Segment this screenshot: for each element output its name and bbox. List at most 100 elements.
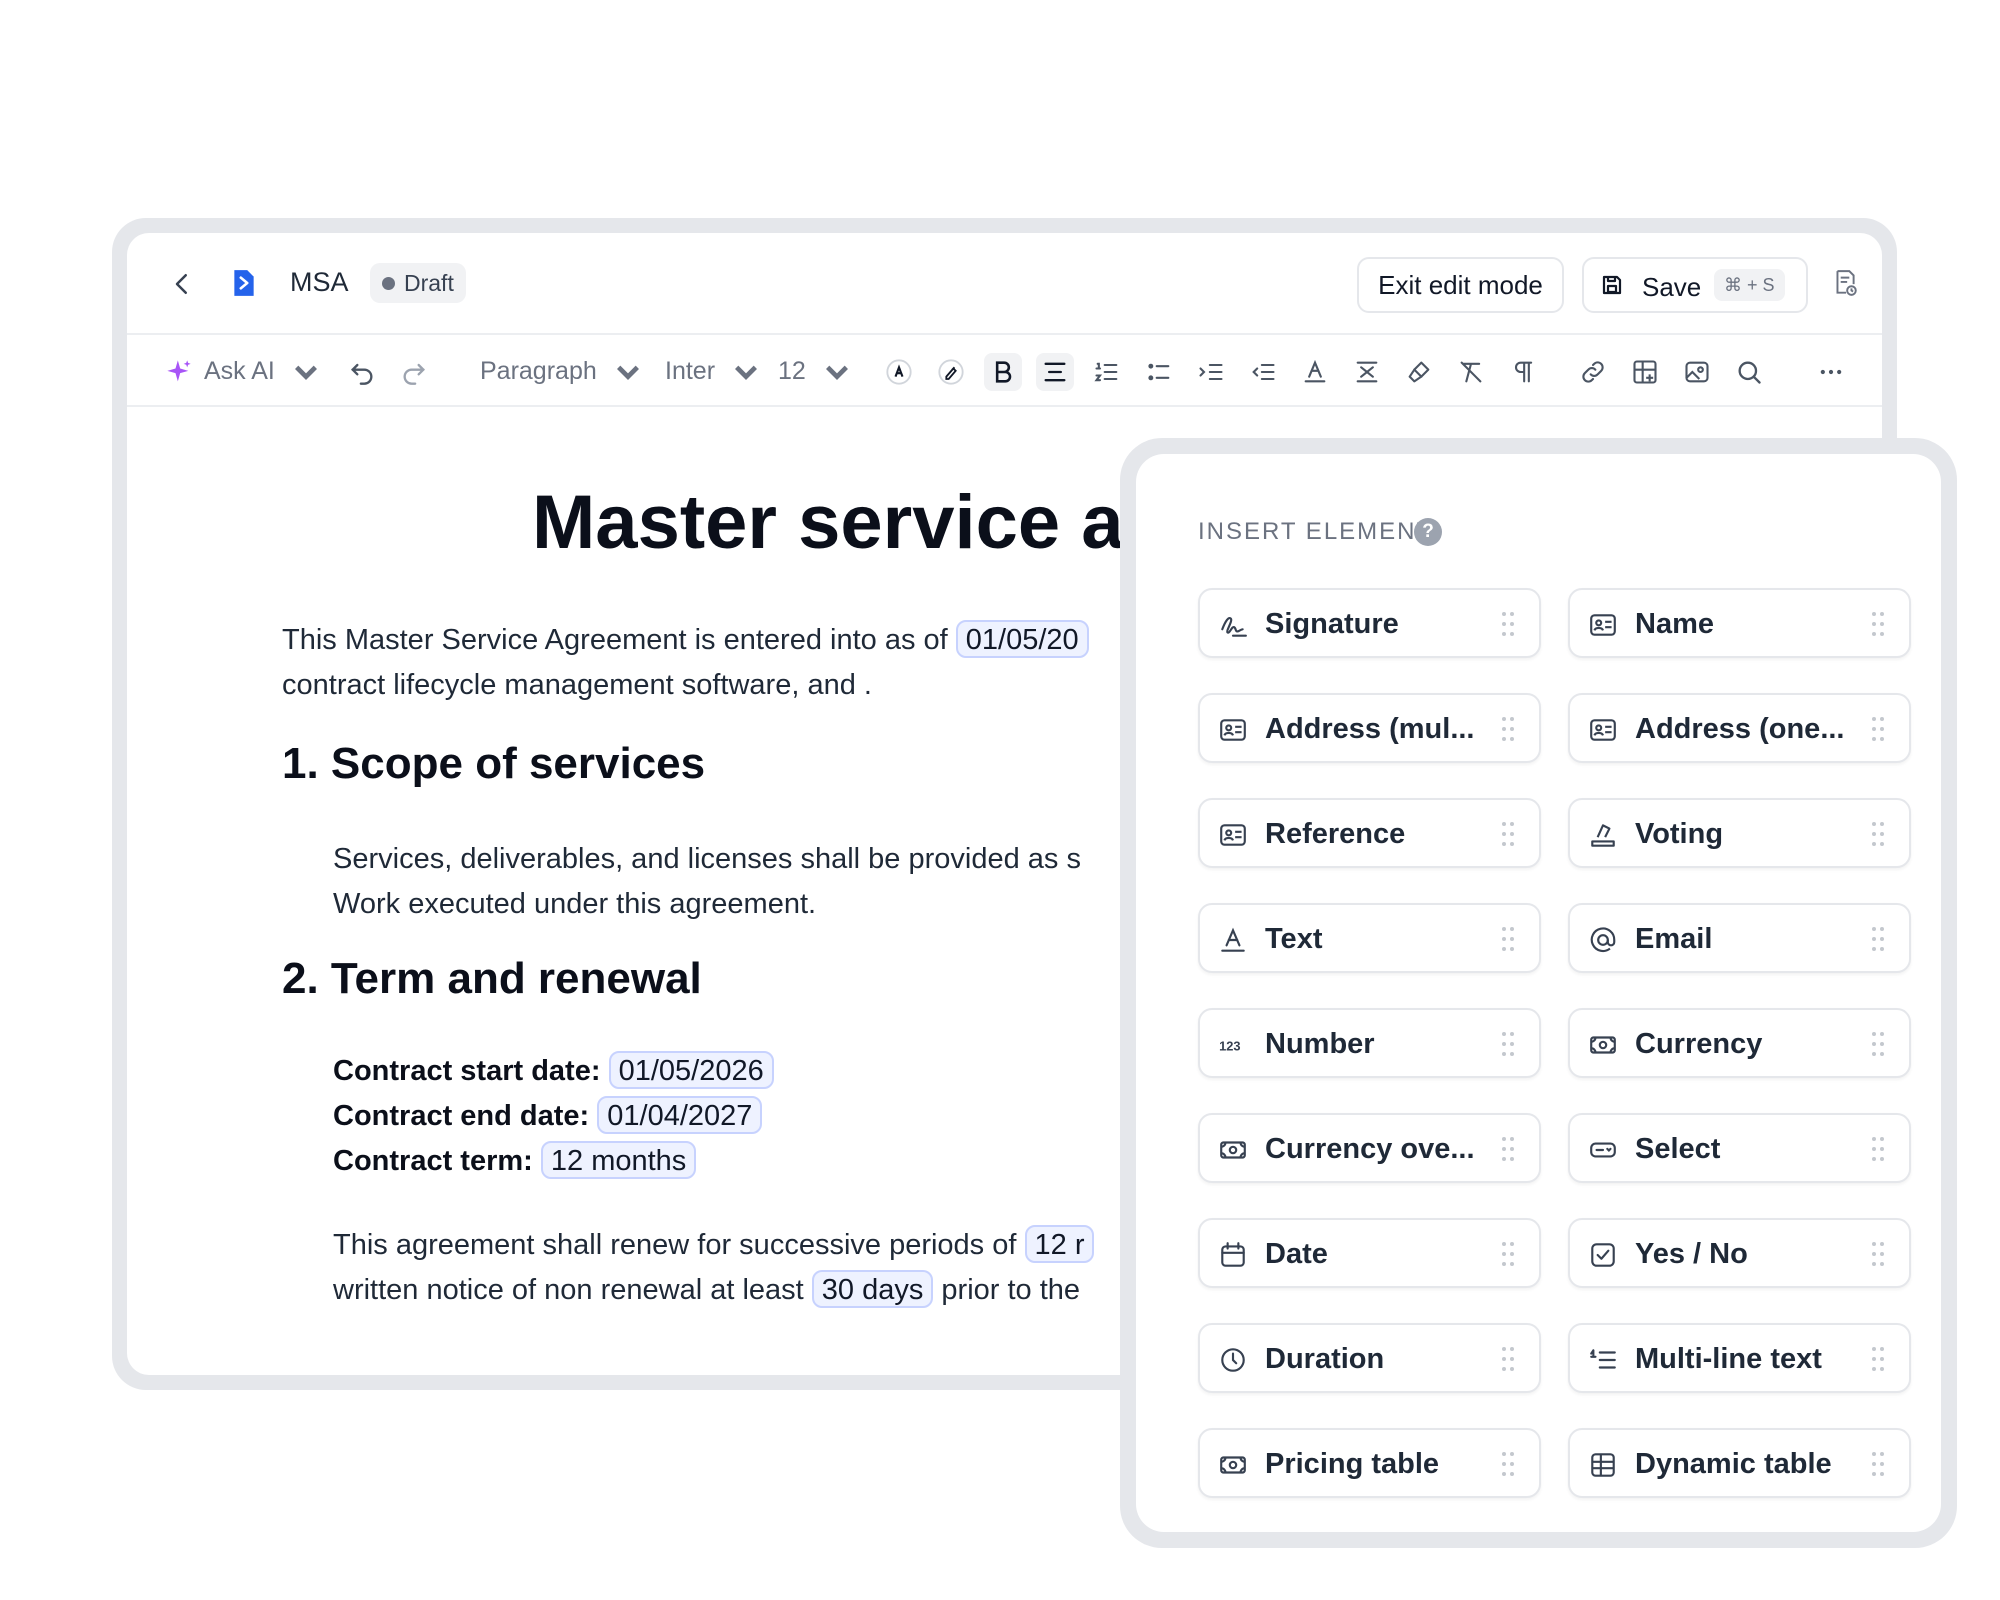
- element-card-label: Signature: [1265, 608, 1399, 640]
- text-color-button[interactable]: [880, 353, 918, 391]
- drag-handle-icon[interactable]: [1871, 1450, 1885, 1478]
- line-spacing-button[interactable]: [1348, 353, 1386, 391]
- redo-button[interactable]: [395, 353, 433, 391]
- clear-format-button[interactable]: [1452, 353, 1490, 391]
- drag-handle-icon[interactable]: [1501, 610, 1515, 638]
- insert-image-button[interactable]: [1678, 353, 1716, 391]
- table-icon: [1588, 1450, 1618, 1480]
- element-card-email[interactable]: Email: [1568, 903, 1911, 973]
- back-icon[interactable]: [167, 269, 197, 299]
- link-button[interactable]: [1574, 353, 1612, 391]
- align-center-button[interactable]: [1036, 353, 1074, 391]
- paragraph-style-value: Paragraph: [480, 357, 597, 385]
- element-card-text[interactable]: Text: [1198, 903, 1541, 973]
- element-card-address-mul[interactable]: Address (mul...: [1198, 693, 1541, 763]
- element-card-voting[interactable]: Voting: [1568, 798, 1911, 868]
- effective-date-field[interactable]: 01/05/20: [955, 620, 1089, 658]
- element-card-select[interactable]: Select: [1568, 1113, 1911, 1183]
- banknote-icon: [1588, 1030, 1618, 1060]
- at-sign-icon: [1588, 925, 1618, 955]
- document-history-icon[interactable]: [1832, 269, 1858, 297]
- document-icon: [234, 270, 254, 296]
- notice-period-field[interactable]: 30 days: [811, 1270, 934, 1308]
- font-family-select[interactable]: Inter: [665, 355, 760, 387]
- element-card-label: Select: [1635, 1133, 1721, 1165]
- exit-edit-mode-button[interactable]: Exit edit mode: [1357, 257, 1564, 313]
- drag-handle-icon[interactable]: [1871, 925, 1885, 953]
- paragraph-style-select[interactable]: Paragraph: [480, 355, 642, 387]
- element-card-address-one[interactable]: Address (one...: [1568, 693, 1911, 763]
- more-options-button[interactable]: [1812, 353, 1850, 391]
- drag-handle-icon[interactable]: [1501, 1450, 1515, 1478]
- drag-handle-icon[interactable]: [1501, 1030, 1515, 1058]
- element-card-label: Reference: [1265, 818, 1406, 850]
- undo-button[interactable]: [343, 353, 381, 391]
- element-card-currency[interactable]: Currency: [1568, 1008, 1911, 1078]
- help-icon[interactable]: ?: [1414, 518, 1442, 546]
- document-title: MSA: [290, 267, 349, 297]
- ask-ai-button[interactable]: Ask AI: [165, 355, 320, 387]
- element-card-label: Number: [1265, 1028, 1375, 1060]
- drag-handle-icon[interactable]: [1501, 925, 1515, 953]
- start-date-field[interactable]: 01/05/2026: [608, 1051, 774, 1089]
- status-label: Draft: [404, 270, 454, 296]
- search-button[interactable]: [1730, 353, 1768, 391]
- drag-handle-icon[interactable]: [1501, 715, 1515, 743]
- indent-button[interactable]: [1192, 353, 1230, 391]
- drag-handle-icon[interactable]: [1501, 1135, 1515, 1163]
- end-date-field[interactable]: 01/04/2027: [597, 1096, 763, 1134]
- renewal-period-field[interactable]: 12 r: [1024, 1225, 1095, 1263]
- element-card-multi-line-text[interactable]: Multi-line text: [1568, 1323, 1911, 1393]
- drag-handle-icon[interactable]: [1871, 715, 1885, 743]
- id-card-icon: [1588, 610, 1618, 640]
- ordered-list-button[interactable]: [1088, 353, 1126, 391]
- bullet-list-button[interactable]: [1140, 353, 1178, 391]
- chevron-down-icon: [294, 366, 317, 381]
- contract-term-field[interactable]: 12 months: [540, 1141, 697, 1179]
- insert-element-panel-frame: INSERT ELEMENT ? Signature Name Address (m…: [1120, 438, 1957, 1548]
- save-shortcut: ⌘ + S: [1714, 269, 1785, 301]
- element-card-reference[interactable]: Reference: [1198, 798, 1541, 868]
- sparkle-icon: [167, 360, 191, 382]
- element-card-label: Voting: [1635, 818, 1724, 850]
- save-button[interactable]: Save ⌘ + S: [1582, 257, 1808, 313]
- drag-handle-icon[interactable]: [1501, 1240, 1515, 1268]
- element-card-duration[interactable]: Duration: [1198, 1323, 1541, 1393]
- element-card-signature[interactable]: Signature: [1198, 588, 1541, 658]
- banknote-icon: [1218, 1450, 1248, 1480]
- show-formatting-button[interactable]: [1504, 353, 1542, 391]
- element-card-number[interactable]: 123 Number: [1198, 1008, 1541, 1078]
- drag-handle-icon[interactable]: [1871, 820, 1885, 848]
- contract-terms: Contract start date: 01/05/2026 Contract…: [333, 1049, 774, 1184]
- renewal-paragraph: This agreement shall renew for successiv…: [333, 1223, 1095, 1313]
- clear-format-icon: [1460, 361, 1482, 383]
- element-card-label: Name: [1635, 608, 1714, 640]
- element-card-yes-no[interactable]: Yes / No: [1568, 1218, 1911, 1288]
- element-card-name[interactable]: Name: [1568, 588, 1911, 658]
- bold-button[interactable]: [984, 353, 1022, 391]
- drag-handle-icon[interactable]: [1501, 820, 1515, 848]
- undo-icon: [351, 363, 373, 385]
- element-card-pricing-table[interactable]: Pricing table: [1198, 1428, 1541, 1498]
- drag-handle-icon[interactable]: [1871, 1345, 1885, 1373]
- drag-handle-icon[interactable]: [1871, 610, 1885, 638]
- drag-handle-icon[interactable]: [1871, 1135, 1885, 1163]
- ordered-list-icon: [1094, 362, 1118, 382]
- calendar-icon: [1218, 1240, 1248, 1270]
- text-format-button[interactable]: [1296, 353, 1334, 391]
- outdent-button[interactable]: [1244, 353, 1282, 391]
- save-icon: [1602, 275, 1622, 295]
- element-card-currency-ove[interactable]: Currency ove...: [1198, 1113, 1541, 1183]
- drag-handle-icon[interactable]: [1871, 1030, 1885, 1058]
- insert-table-button[interactable]: [1626, 353, 1664, 391]
- font-size-select[interactable]: 12: [778, 355, 851, 387]
- drag-handle-icon[interactable]: [1501, 1345, 1515, 1373]
- format-painter-button[interactable]: [1400, 353, 1438, 391]
- element-card-dynamic-table[interactable]: Dynamic table: [1568, 1428, 1911, 1498]
- text-color-icon: [886, 359, 912, 385]
- element-card-label: Address (mul...: [1265, 713, 1475, 745]
- element-card-date[interactable]: Date: [1198, 1218, 1541, 1288]
- drag-handle-icon[interactable]: [1871, 1240, 1885, 1268]
- renewal-text-line1: This agreement shall renew for successiv…: [333, 1229, 1017, 1261]
- highlight-button[interactable]: [932, 353, 970, 391]
